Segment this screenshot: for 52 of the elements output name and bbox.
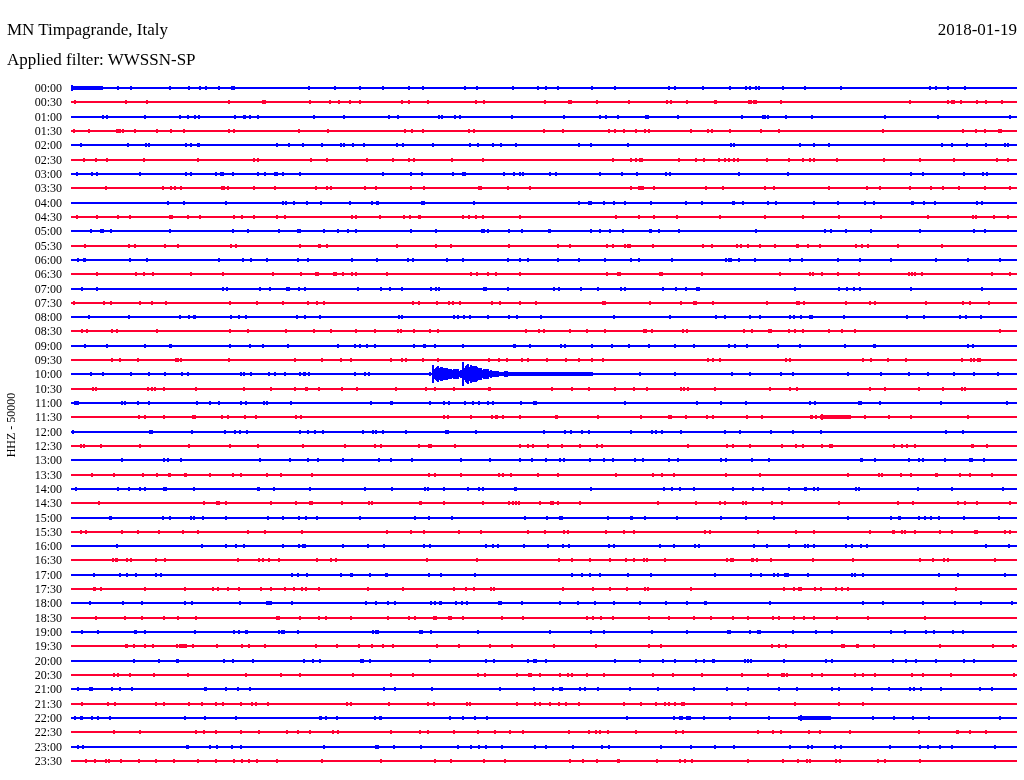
time-label: 03:00 bbox=[33, 168, 62, 181]
time-label: 14:30 bbox=[33, 497, 62, 510]
time-label: 07:00 bbox=[33, 282, 62, 295]
time-label: 20:00 bbox=[33, 654, 62, 667]
time-label: 08:30 bbox=[33, 325, 62, 338]
time-label: 13:30 bbox=[33, 468, 62, 481]
time-label: 17:30 bbox=[33, 583, 62, 596]
time-label: 13:00 bbox=[33, 454, 62, 467]
time-label: 02:30 bbox=[33, 153, 62, 166]
time-label: 00:30 bbox=[33, 96, 62, 109]
time-label: 04:00 bbox=[33, 196, 62, 209]
time-label: 15:30 bbox=[33, 525, 62, 538]
time-label: 03:30 bbox=[33, 182, 62, 195]
time-label: 21:30 bbox=[33, 697, 62, 710]
date-label: 2018-01-19 bbox=[937, 20, 1017, 40]
time-label: 09:30 bbox=[33, 354, 62, 367]
time-label: 10:30 bbox=[33, 382, 62, 395]
time-label: 05:00 bbox=[33, 225, 62, 238]
time-label: 18:00 bbox=[33, 597, 62, 610]
time-label: 06:30 bbox=[33, 268, 62, 281]
axis-label: HHZ - 50000 bbox=[3, 392, 19, 457]
time-label: 10:00 bbox=[33, 368, 62, 381]
time-label: 05:30 bbox=[33, 239, 62, 252]
time-label: 04:30 bbox=[33, 210, 62, 223]
time-label: 01:30 bbox=[33, 125, 62, 138]
time-label: 16:00 bbox=[33, 540, 62, 553]
time-label: 00:00 bbox=[33, 82, 62, 95]
filter-label: Applied filter: WWSSN-SP bbox=[7, 50, 196, 69]
time-label: 16:30 bbox=[33, 554, 62, 567]
time-label: 19:30 bbox=[33, 640, 62, 653]
time-label: 09:00 bbox=[33, 339, 62, 352]
time-label: 02:00 bbox=[33, 139, 62, 152]
time-label: 11:30 bbox=[34, 411, 62, 424]
time-label: 17:00 bbox=[33, 568, 62, 581]
time-label: 18:30 bbox=[33, 611, 62, 624]
time-label: 06:00 bbox=[33, 253, 62, 266]
time-label: 19:00 bbox=[33, 626, 62, 639]
time-label: 08:00 bbox=[33, 311, 62, 324]
time-label: 07:30 bbox=[33, 296, 62, 309]
time-label: 01:00 bbox=[33, 110, 62, 123]
time-label: 12:00 bbox=[33, 425, 62, 438]
time-label: 22:30 bbox=[33, 726, 62, 739]
time-label: 14:00 bbox=[33, 482, 62, 495]
time-label: 23:00 bbox=[33, 740, 62, 753]
time-label: 11:00 bbox=[34, 397, 62, 410]
time-label: 20:30 bbox=[33, 668, 62, 681]
time-label: 15:00 bbox=[33, 511, 62, 524]
time-label: 12:30 bbox=[33, 439, 62, 452]
time-label: 21:00 bbox=[33, 683, 62, 696]
time-label: 23:30 bbox=[33, 754, 62, 767]
station-title: MN Timpagrande, Italy bbox=[7, 20, 169, 40]
time-label: 22:00 bbox=[33, 711, 62, 724]
